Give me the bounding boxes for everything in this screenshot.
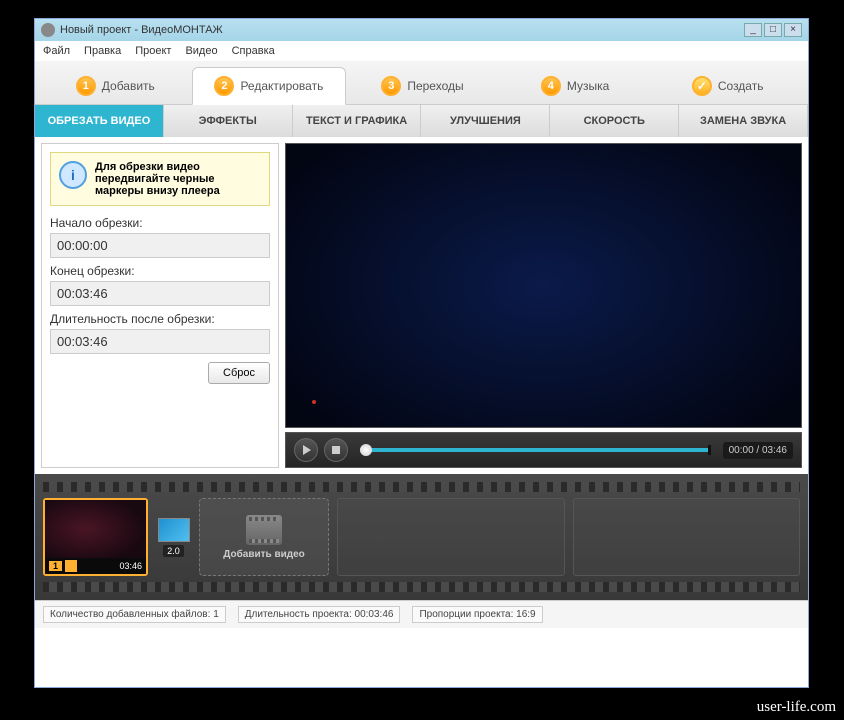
hint-text: Для обрезки видео передвигайте черные ма… [95, 161, 261, 197]
menu-help[interactable]: Справка [232, 45, 275, 57]
step-check-icon: ✓ [692, 76, 712, 96]
transition-icon [158, 518, 190, 542]
step-4-icon: 4 [541, 76, 561, 96]
dur-input[interactable] [50, 329, 270, 354]
statusbar: Количество добавленных файлов: 1 Длитель… [35, 600, 808, 628]
player-controls: 00:00 / 03:46 [285, 432, 802, 468]
tab-effects[interactable]: ЭФФЕКТЫ [164, 105, 293, 137]
reset-button[interactable]: Сброс [208, 362, 270, 384]
menu-project[interactable]: Проект [135, 45, 171, 57]
seek-handle[interactable] [360, 444, 372, 456]
play-icon [303, 445, 311, 455]
empty-slot-2 [573, 498, 801, 576]
time-display: 00:00 / 03:46 [723, 442, 793, 459]
close-button[interactable]: × [784, 23, 802, 37]
maximize-button[interactable]: □ [764, 23, 782, 37]
filmstrip-icon [246, 515, 282, 545]
side-panel: i Для обрезки видео передвигайте черные … [41, 143, 279, 468]
work-area: i Для обрезки видео передвигайте черные … [35, 137, 808, 474]
app-window: Новый проект - ВидеоМОНТАЖ _ □ × Файл Пр… [34, 18, 809, 688]
pencil-icon[interactable] [65, 560, 77, 572]
empty-slot-1 [337, 498, 565, 576]
seek-end-marker[interactable] [708, 445, 711, 455]
tab-trim[interactable]: ОБРЕЗАТЬ ВИДЕО [35, 105, 164, 137]
app-icon [41, 23, 55, 37]
step-2-icon: 2 [214, 76, 234, 96]
seek-bar[interactable] [360, 448, 711, 452]
step-transitions[interactable]: 3Переходы [346, 67, 499, 104]
clip-info-bar: 1 03:46 [45, 558, 146, 574]
tab-speed[interactable]: СКОРОСТЬ [550, 105, 679, 137]
play-button[interactable] [294, 438, 318, 462]
end-label: Конец обрезки: [50, 264, 270, 278]
subtabs: ОБРЕЗАТЬ ВИДЕО ЭФФЕКТЫ ТЕКСТ И ГРАФИКА У… [35, 105, 808, 137]
step-1-icon: 1 [76, 76, 96, 96]
transition-slot[interactable]: 2.0 [156, 498, 191, 576]
step-add[interactable]: 1Добавить [39, 67, 192, 104]
clip-thumb [45, 500, 146, 558]
film-holes-top [43, 482, 800, 492]
watermark: user-life.com [757, 699, 836, 716]
step-edit[interactable]: 2Редактировать [192, 67, 347, 105]
info-icon: i [59, 161, 87, 189]
menu-video[interactable]: Видео [185, 45, 217, 57]
video-preview[interactable] [285, 143, 802, 428]
status-duration: Длительность проекта: 00:03:46 [238, 606, 401, 623]
add-video-button[interactable]: Добавить видео [199, 498, 329, 576]
status-files: Количество добавленных файлов: 1 [43, 606, 226, 623]
minimize-button[interactable]: _ [744, 23, 762, 37]
tab-audio[interactable]: ЗАМЕНА ЗВУКА [679, 105, 808, 137]
clips-row: 1 03:46 2.0 Добавить видео [43, 492, 800, 582]
window-title: Новый проект - ВидеоМОНТАЖ [60, 24, 223, 36]
titlebar: Новый проект - ВидеоМОНТАЖ _ □ × [35, 19, 808, 41]
status-aspect: Пропорции проекта: 16:9 [412, 606, 542, 623]
clip-duration: 03:46 [119, 561, 142, 571]
step-music[interactable]: 4Музыка [499, 67, 652, 104]
transition-duration: 2.0 [163, 545, 184, 557]
tab-text[interactable]: ТЕКСТ И ГРАФИКА [293, 105, 422, 137]
step-3-icon: 3 [381, 76, 401, 96]
start-label: Начало обрезки: [50, 216, 270, 230]
stop-icon [332, 446, 340, 454]
tab-enhance[interactable]: УЛУЧШЕНИЯ [421, 105, 550, 137]
preview-panel: 00:00 / 03:46 [285, 143, 802, 468]
stop-button[interactable] [324, 438, 348, 462]
clip-number: 1 [49, 561, 62, 571]
clip-1[interactable]: 1 03:46 [43, 498, 148, 576]
film-holes-bottom [43, 582, 800, 592]
start-input[interactable] [50, 233, 270, 258]
menubar: Файл Правка Проект Видео Справка [35, 41, 808, 61]
dur-label: Длительность после обрезки: [50, 312, 270, 326]
add-video-label: Добавить видео [223, 549, 305, 560]
end-input[interactable] [50, 281, 270, 306]
hint-box: i Для обрезки видео передвигайте черные … [50, 152, 270, 206]
step-create[interactable]: ✓Создать [651, 67, 804, 104]
timeline: 1 03:46 2.0 Добавить видео [35, 474, 808, 600]
menu-file[interactable]: Файл [43, 45, 70, 57]
menu-edit[interactable]: Правка [84, 45, 121, 57]
steps-bar: 1Добавить 2Редактировать 3Переходы 4Музы… [35, 61, 808, 105]
